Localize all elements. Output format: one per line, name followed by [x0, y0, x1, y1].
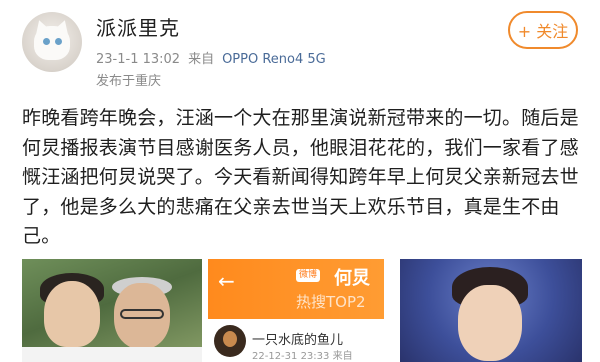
photo-glasses	[120, 309, 164, 319]
post-location: 发布于重庆	[96, 70, 161, 89]
post-meta: 23-1-1 13:02 来自 OPPO Reno4 5G	[96, 48, 326, 67]
hot-search-label: 热搜TOP2	[296, 293, 366, 311]
follow-button[interactable]: + 关注	[508, 11, 578, 49]
device-link[interactable]: OPPO Reno4 5G	[222, 52, 326, 67]
avatar-cat-face	[34, 26, 70, 60]
post-text: 昨晚看跨年晚会，汪涵一个大在那里演说新冠带来的一切。随后是何炅播报表演节目感谢医…	[22, 107, 579, 247]
source-prefix: 来自	[188, 52, 215, 67]
user-avatar[interactable]	[22, 12, 82, 72]
image-strip: ← 微博 何炅 热搜TOP2 一只水底的鱼儿 22-12-31 23:33 来自	[22, 259, 582, 362]
photo-shirt	[22, 347, 202, 362]
screenshot-title: 何炅	[334, 268, 370, 289]
back-arrow-icon: ←	[218, 269, 235, 293]
avatar-cat-eye-right	[55, 38, 62, 45]
screenshot-thumbnail[interactable]: ← 微博 何炅 热搜TOP2 一只水底的鱼儿 22-12-31 23:33 来自	[208, 259, 384, 362]
photo-thumbnail-3[interactable]	[400, 259, 582, 362]
post-date: 23-1-1 13:02	[96, 52, 181, 67]
commenter-avatar	[214, 325, 246, 357]
location-prefix: 发布于	[96, 74, 136, 89]
weibo-badge: 微博	[296, 269, 321, 282]
photo-host-face	[458, 285, 522, 361]
commenter-name: 一只水底的鱼儿	[252, 333, 344, 348]
location-value: 重庆	[135, 74, 162, 89]
photo-person-face	[44, 281, 100, 347]
username[interactable]: 派派里克	[96, 12, 180, 41]
photo-thumbnail-1[interactable]	[22, 259, 202, 362]
avatar-cat-eye-left	[43, 38, 50, 45]
screenshot-comment-card: 一只水底的鱼儿 22-12-31 23:33 来自	[208, 319, 384, 362]
commenter-meta: 22-12-31 23:33 来自	[252, 351, 353, 362]
